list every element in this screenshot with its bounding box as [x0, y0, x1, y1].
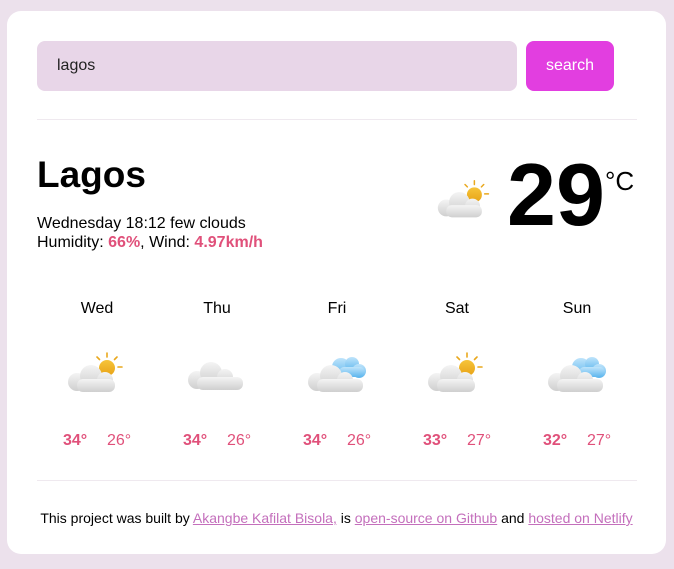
- forecast-day-name: Sat: [444, 300, 469, 317]
- clouds-icon: [305, 349, 369, 397]
- divider: [37, 119, 637, 120]
- forecast-low: 27°: [587, 432, 612, 449]
- author-link[interactable]: Akangbe Kafilat Bisola,: [193, 510, 337, 526]
- footer-prefix: This project was built by: [40, 510, 190, 526]
- forecast-high: 32°: [543, 432, 568, 449]
- forecast-day-name: Sun: [562, 300, 592, 317]
- forecast-high: 34°: [303, 432, 328, 449]
- humidity-value: 66%: [108, 234, 141, 251]
- netlify-link[interactable]: hosted on Netlify: [528, 510, 632, 526]
- wind-label: Wind:: [149, 234, 190, 251]
- search-button[interactable]: search: [526, 41, 614, 91]
- condition: few clouds: [170, 215, 246, 232]
- wind-value: 4.97km/h: [194, 234, 263, 251]
- forecast-day-name: Thu: [203, 300, 231, 317]
- forecast-day-name: Fri: [327, 300, 347, 317]
- date-condition-line: Wednesday 18:12 few clouds: [37, 214, 263, 233]
- footer-connector: and: [501, 510, 525, 526]
- forecast-high: 34°: [63, 432, 88, 449]
- forecast-low: 26°: [227, 432, 252, 449]
- weather-card: search Lagos Wednesday 18:12 few clouds …: [7, 11, 666, 554]
- humidity-label: Humidity:: [37, 234, 104, 251]
- clouds-icon: [545, 349, 609, 397]
- day-time: Wednesday 18:12: [37, 215, 166, 232]
- forecast-high: 33°: [423, 432, 448, 449]
- sun-behind-cloud-icon: [425, 349, 489, 397]
- forecast-low: 26°: [107, 432, 132, 449]
- temperature-unit: °C: [605, 166, 635, 196]
- city-name: Lagos: [37, 154, 146, 195]
- humidity-wind-line: Humidity: 66%, Wind: 4.97km/h: [37, 234, 263, 251]
- current-details: Wednesday 18:12 few clouds Humidity: 66%…: [37, 214, 263, 252]
- forecast-high: 34°: [183, 432, 208, 449]
- divider: [37, 480, 637, 481]
- forecast-day-name: Wed: [80, 300, 114, 317]
- sun-behind-cloud-icon: [65, 349, 129, 397]
- sun-behind-cloud-icon: [435, 177, 495, 222]
- search-input[interactable]: [37, 41, 517, 91]
- forecast-low: 27°: [467, 432, 492, 449]
- cloud-icon: [185, 349, 249, 397]
- footer: This project was built by Akangbe Kafila…: [7, 509, 666, 527]
- footer-middle: is: [340, 510, 351, 526]
- current-temperature: 29: [507, 145, 605, 244]
- forecast-low: 26°: [347, 432, 372, 449]
- github-link[interactable]: open-source on Github: [355, 510, 497, 526]
